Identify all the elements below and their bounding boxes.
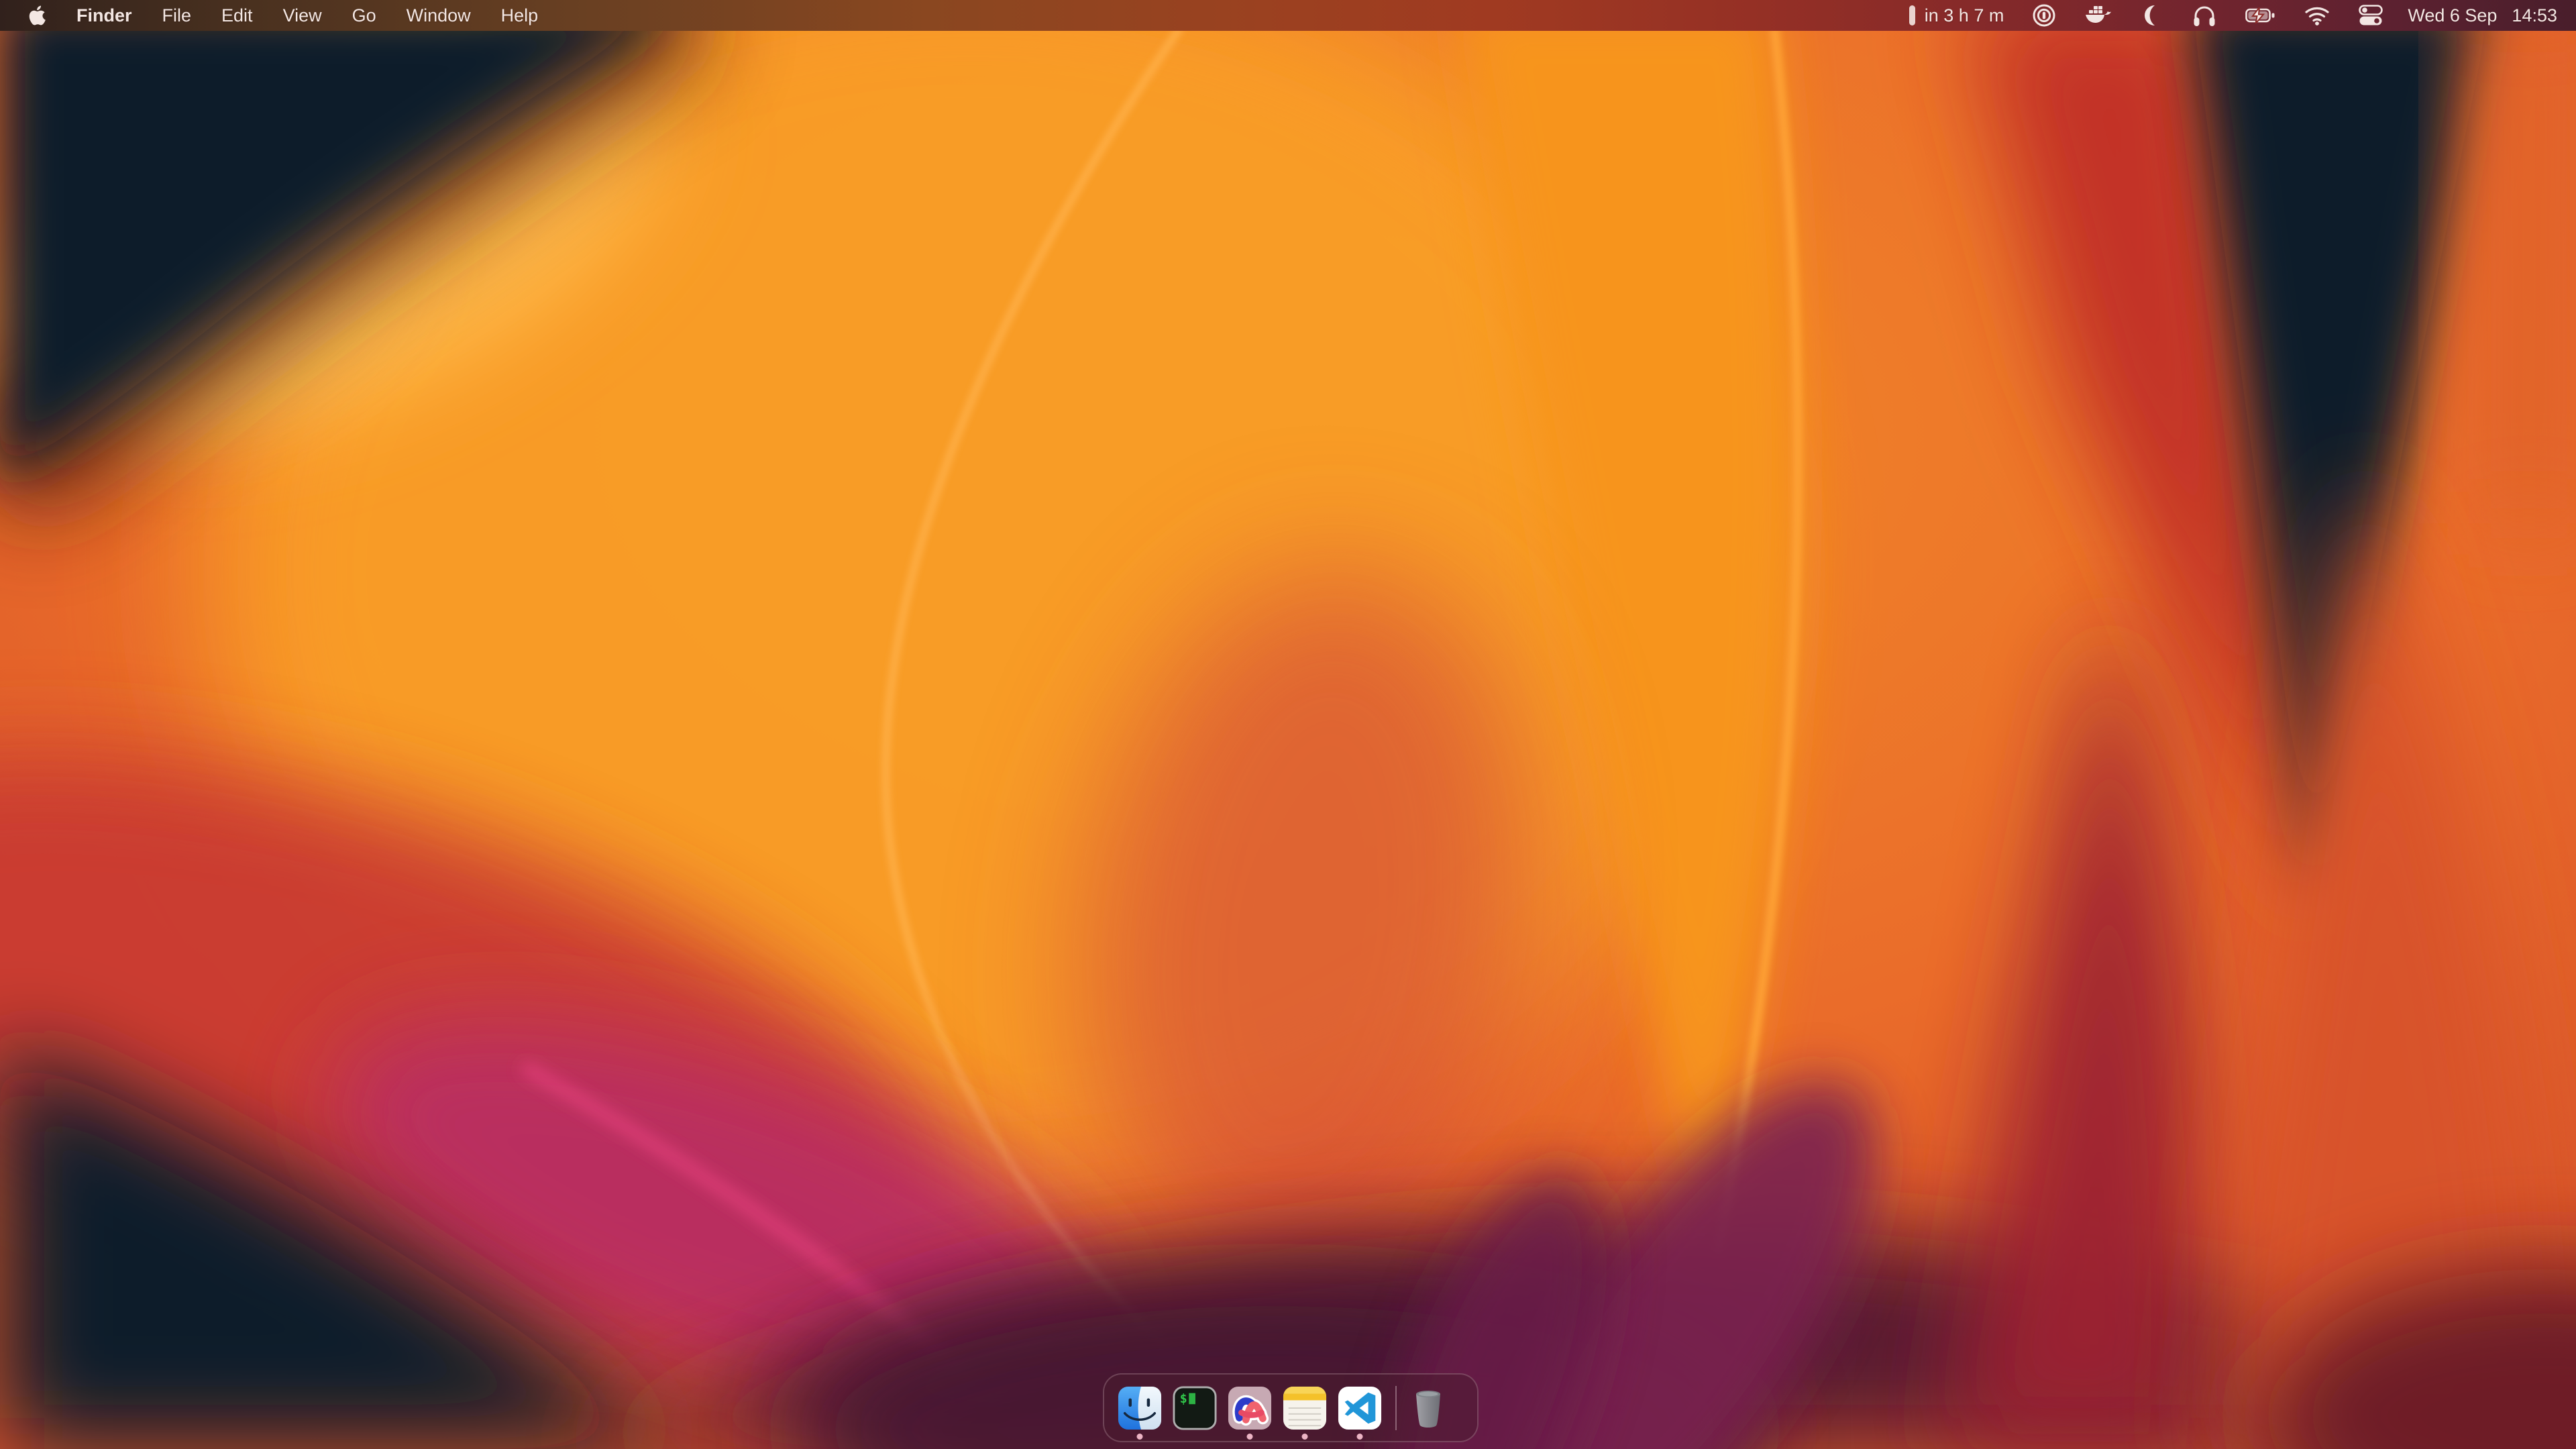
dock-item-finder[interactable] [1118,1386,1162,1430]
control-center-icon[interactable] [2358,4,2383,27]
clock-time: 14:53 [2512,5,2557,26]
headphones-icon[interactable] [2192,3,2217,28]
menu-help[interactable]: Help [501,5,539,26]
wallpaper-ventura [0,0,2576,1449]
apple-menu-icon[interactable] [28,5,46,26]
dock: $ [1103,1373,1479,1442]
menu-bar-left: Finder File Edit View Go Window Help [28,5,538,26]
desktop: Finder File Edit View Go Window Help in … [0,0,2576,1449]
menu-file[interactable]: File [162,5,192,26]
svg-text:$: $ [1180,1392,1187,1406]
menu-view[interactable]: View [283,5,322,26]
running-indicator [1357,1434,1363,1440]
concentric-rings-icon[interactable] [2032,3,2056,28]
wifi-icon[interactable] [2304,5,2330,25]
menu-edit[interactable]: Edit [221,5,253,26]
docker-icon[interactable] [2084,4,2112,27]
menu-go[interactable]: Go [352,5,376,26]
dock-item-vscode[interactable] [1338,1386,1382,1430]
menu-bar-status: in 3 h 7 m [1909,3,2557,28]
running-indicator [1137,1434,1143,1440]
clock-date: Wed 6 Sep [2408,5,2497,26]
dock-item-arc[interactable] [1228,1386,1272,1430]
menu-window[interactable]: Window [407,5,471,26]
menu-bar: Finder File Edit View Go Window Help in … [0,0,2576,31]
status-timer[interactable]: in 3 h 7 m [1909,5,2004,26]
menu-active-app[interactable]: Finder [76,5,132,26]
running-indicator [1302,1434,1308,1440]
battery-charging-icon[interactable] [2245,7,2276,23]
timer-label: in 3 h 7 m [1925,5,2004,26]
timer-progress-icon [1909,5,1915,25]
focus-moon-icon[interactable] [2141,4,2163,27]
dock-item-notes[interactable] [1283,1386,1327,1430]
dock-item-terminal[interactable]: $ [1173,1386,1217,1430]
menu-clock[interactable]: Wed 6 Sep 14:53 [2408,5,2557,26]
dock-item-trash[interactable] [1406,1386,1446,1430]
dock-separator [1395,1386,1397,1430]
running-indicator [1247,1434,1253,1440]
